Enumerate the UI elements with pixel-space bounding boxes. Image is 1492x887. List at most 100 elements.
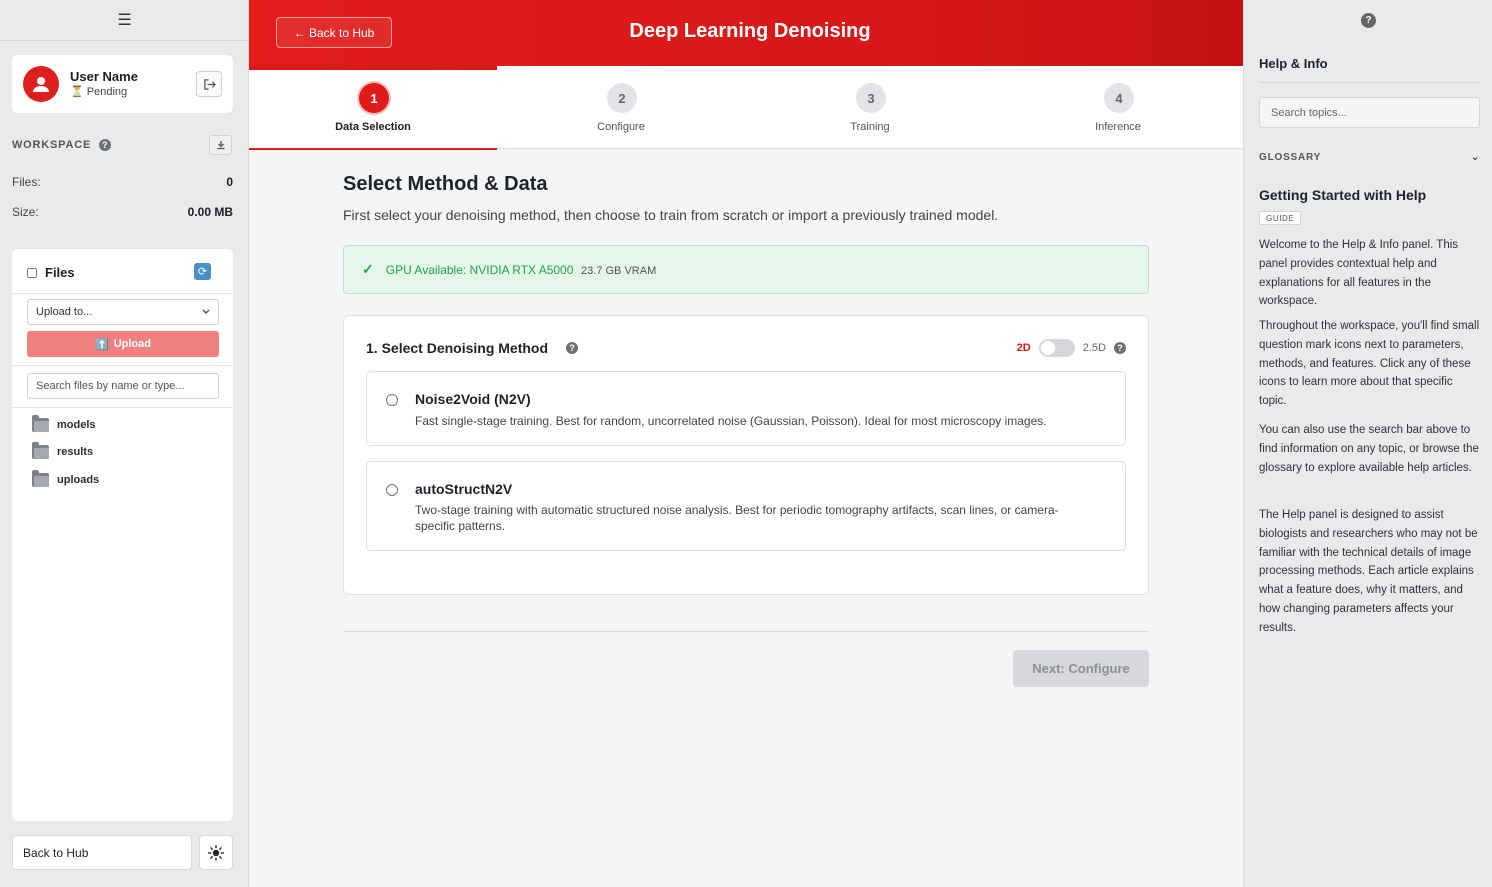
- glossary-toggle[interactable]: GLOSSARY ⌄: [1259, 152, 1480, 163]
- step-number: 1: [359, 83, 389, 113]
- hourglass-icon: ⏳: [70, 86, 84, 98]
- step-data-selection[interactable]: 1 Data Selection: [249, 66, 497, 150]
- dimension-switch[interactable]: [1038, 339, 1075, 357]
- folder-name: uploads: [57, 474, 100, 486]
- upload-target-select[interactable]: Upload to...: [27, 299, 219, 325]
- user-status: ⏳ Pending: [70, 85, 127, 98]
- help-icon[interactable]: ?: [1361, 12, 1376, 28]
- method-option-n2v[interactable]: Noise2Void (N2V) Fast single-stage train…: [366, 371, 1126, 446]
- file-search-input[interactable]: Search files by name or type...: [27, 373, 219, 399]
- user-status-text: Pending: [86, 86, 128, 98]
- select-all-checkbox[interactable]: [27, 267, 37, 278]
- step-number: 3: [856, 83, 886, 113]
- method-card-header: 1. Select Denoising Method ?: [366, 340, 579, 356]
- dim-25d-label: 2.5D: [1082, 342, 1106, 354]
- folder-item[interactable]: models: [32, 415, 96, 432]
- gpu-status-text: GPU Available: NVIDIA RTX A5000: [385, 263, 574, 277]
- page-title: Deep Learning Denoising: [629, 20, 871, 42]
- folder-icon: [32, 415, 49, 432]
- method-selection-card: 1. Select Denoising Method ? 2D 2.5D ? N…: [343, 315, 1149, 595]
- workspace-help-icon[interactable]: ?: [99, 139, 112, 151]
- chevron-down-icon: [202, 309, 210, 314]
- section-description: First select your denoising method, then…: [343, 207, 999, 223]
- step-label: Inference: [1095, 121, 1141, 133]
- help-panel-top: ?: [1244, 0, 1492, 40]
- folder-name: results: [57, 446, 94, 458]
- chevron-down-icon: ⌄: [1470, 152, 1480, 163]
- files-title: Files: [45, 265, 75, 280]
- help-title: Help & Info: [1259, 56, 1328, 71]
- logout-icon: [203, 78, 216, 90]
- files-count-label: Files:: [12, 175, 41, 189]
- download-icon: [217, 141, 224, 150]
- help-paragraph: You can also use the search bar above to…: [1259, 424, 1479, 474]
- upload-button[interactable]: ⬆️ Upload: [27, 331, 219, 357]
- divider: [12, 407, 233, 408]
- avatar: [23, 66, 59, 102]
- workspace-download-button[interactable]: [209, 135, 232, 155]
- size-value: 0.00 MB: [187, 205, 233, 219]
- section-title: Select Method & Data: [343, 173, 548, 195]
- divider: [343, 631, 1149, 632]
- upload-target-value: Upload to...: [36, 306, 93, 318]
- gpu-vram: 23.7 GB VRAM: [581, 265, 657, 277]
- step-configure[interactable]: 2 Configure: [497, 66, 745, 149]
- logout-button[interactable]: [196, 71, 222, 97]
- step-inference[interactable]: 4 Inference: [994, 66, 1242, 149]
- divider: [12, 293, 233, 294]
- method-description: Two-stage training with automatic struct…: [415, 503, 1059, 533]
- menu-icon[interactable]: ☰: [0, 0, 249, 41]
- folder-name: models: [57, 419, 96, 431]
- dimension-toggle: 2D 2.5D ?: [1017, 339, 1126, 357]
- user-card: User Name ⏳ Pending: [12, 55, 233, 113]
- method-description: Fast single-stage training. Best for ran…: [415, 414, 1047, 428]
- method-name: Noise2Void (N2V): [415, 391, 531, 407]
- left-sidebar: ☰ User Name ⏳ Pending WORKSPACE ? Files:…: [0, 0, 249, 887]
- glossary-label: GLOSSARY: [1259, 152, 1322, 163]
- method-name: autoStructN2V: [415, 481, 513, 497]
- workspace-label: WORKSPACE: [12, 139, 92, 151]
- help-paragraph: Welcome to the Help & Info panel. This p…: [1259, 239, 1459, 308]
- folder-item[interactable]: uploads: [32, 470, 100, 487]
- app-header: ← Back to Hub Deep Learning Denoising: [249, 0, 1243, 66]
- step-label: Data Selection: [335, 121, 411, 133]
- refresh-icon[interactable]: ⟳: [194, 263, 211, 280]
- dim-2d-label: 2D: [1016, 342, 1031, 354]
- workspace-size-row: Size: 0.00 MB: [12, 205, 233, 219]
- article-title: Getting Started with Help: [1259, 187, 1427, 203]
- help-paragraph: Throughout the workspace, you'll find sm…: [1259, 320, 1480, 408]
- files-header: Files: [27, 265, 75, 280]
- folder-icon: [32, 470, 49, 487]
- divider: [12, 365, 233, 366]
- upload-label: Upload: [113, 338, 151, 350]
- next-configure-button[interactable]: Next: Configure: [1013, 650, 1149, 687]
- method-radio[interactable]: [386, 394, 398, 406]
- sidebar-back-to-hub-button[interactable]: Back to Hub: [12, 835, 192, 870]
- dimension-help-icon[interactable]: ?: [1114, 342, 1126, 354]
- method-radio[interactable]: [386, 484, 398, 496]
- user-icon: [33, 77, 49, 92]
- gpu-status-banner: ✓ GPU Available: NVIDIA RTX A5000 23.7 G…: [343, 245, 1149, 294]
- guide-badge: GUIDE: [1259, 211, 1302, 225]
- stepper: 1 Data Selection 2 Configure 3 Training …: [249, 66, 1243, 150]
- step-number: 4: [1104, 83, 1134, 113]
- check-icon: ✓: [362, 261, 374, 277]
- step-training[interactable]: 3 Training: [746, 66, 994, 149]
- step-label: Configure: [597, 121, 645, 133]
- divider: [1259, 82, 1480, 83]
- theme-toggle-button[interactable]: [199, 835, 233, 870]
- files-panel: Files ⟳ Upload to... ⬆️ Upload Search fi…: [12, 249, 233, 821]
- folder-item[interactable]: results: [32, 442, 94, 459]
- step-number: 2: [607, 83, 637, 113]
- size-label: Size:: [12, 205, 39, 219]
- folder-icon: [32, 442, 49, 459]
- step-label: Training: [850, 121, 890, 133]
- user-name: User Name: [70, 69, 138, 84]
- files-count-value: 0: [226, 175, 233, 189]
- method-option-autostructn2v[interactable]: autoStructN2V Two-stage training with au…: [366, 461, 1126, 551]
- method-help-icon[interactable]: ?: [566, 342, 579, 354]
- upload-icon: ⬆️: [95, 338, 109, 351]
- workspace-header: WORKSPACE ?: [12, 139, 112, 151]
- workspace-files-row: Files: 0: [12, 175, 233, 189]
- help-search-input[interactable]: Search topics...: [1259, 97, 1480, 128]
